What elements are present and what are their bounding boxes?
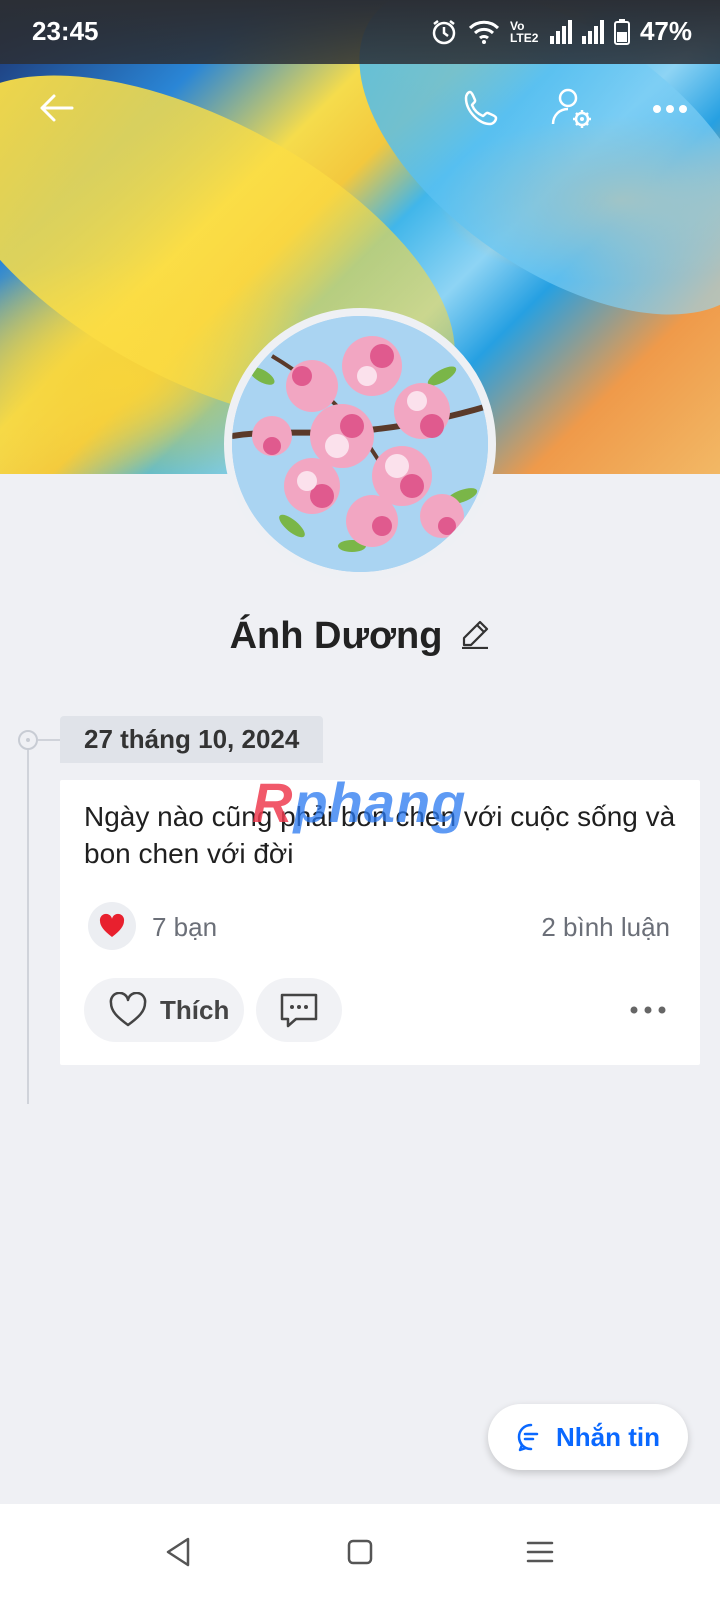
wifi-icon xyxy=(468,19,500,45)
chat-bubble-icon xyxy=(517,1423,539,1452)
edit-name-button[interactable] xyxy=(460,619,490,654)
heart-outline-icon xyxy=(109,992,147,1027)
send-message-button[interactable]: Nhắn tin xyxy=(488,1404,688,1470)
like-label: Thích xyxy=(160,994,230,1025)
heart-icon xyxy=(99,913,125,937)
back-arrow-icon xyxy=(38,93,74,128)
profile-settings-button[interactable] xyxy=(542,80,602,140)
volte-icon: Vo LTE2 xyxy=(509,18,539,45)
post-more-button[interactable] xyxy=(626,992,670,1028)
comment-button[interactable] xyxy=(256,978,342,1042)
avatar[interactable] xyxy=(224,308,496,580)
profile-header xyxy=(0,80,720,144)
timeline-dot xyxy=(18,730,38,750)
profile-name-row: Ánh Dương xyxy=(0,606,720,666)
comment-count[interactable]: 2 bình luận xyxy=(541,912,670,943)
square-home-icon xyxy=(347,1539,373,1565)
status-icons: Vo LTE2 47% xyxy=(430,16,692,47)
status-bar: 23:45 Vo LTE2 47% xyxy=(0,0,720,64)
nav-menu-button[interactable] xyxy=(518,1530,562,1574)
phone-icon xyxy=(462,88,502,133)
post-card[interactable]: Ngày nào cũng phải bon chen với cuộc sốn… xyxy=(60,771,700,1065)
battery-percent: 47% xyxy=(639,16,692,46)
like-button[interactable]: Thích xyxy=(84,978,244,1042)
more-icon xyxy=(630,1006,666,1014)
more-options-button[interactable] xyxy=(640,80,700,140)
timeline-connector xyxy=(38,739,60,741)
signal-icon xyxy=(581,19,604,44)
timeline-line xyxy=(27,740,29,1104)
alarm-icon xyxy=(430,18,458,46)
reaction-count[interactable]: 7 bạn xyxy=(152,912,217,943)
nav-home-button[interactable] xyxy=(338,1530,382,1574)
profile-name: Ánh Dương xyxy=(229,614,443,657)
cherry-blossom-photo xyxy=(232,316,488,572)
signal-icon xyxy=(549,19,572,44)
user-settings-icon xyxy=(550,86,594,135)
more-icon xyxy=(652,101,688,119)
status-time: 23:45 xyxy=(32,16,99,46)
send-message-label: Nhắn tin xyxy=(556,1421,660,1452)
triangle-back-icon xyxy=(166,1537,190,1567)
comment-icon xyxy=(280,993,318,1028)
back-button[interactable] xyxy=(26,80,86,140)
nav-back-button[interactable] xyxy=(156,1530,200,1574)
call-button[interactable] xyxy=(452,80,512,140)
battery-icon xyxy=(613,18,630,45)
pencil-icon xyxy=(462,620,489,649)
reaction-summary[interactable] xyxy=(88,902,136,950)
system-nav-bar xyxy=(0,1504,720,1600)
hamburger-menu-icon xyxy=(526,1541,554,1563)
post-text: Ngày nào cũng phải bon chen với cuộc sốn… xyxy=(84,801,676,869)
post-date: 27 tháng 10, 2024 xyxy=(60,716,324,763)
